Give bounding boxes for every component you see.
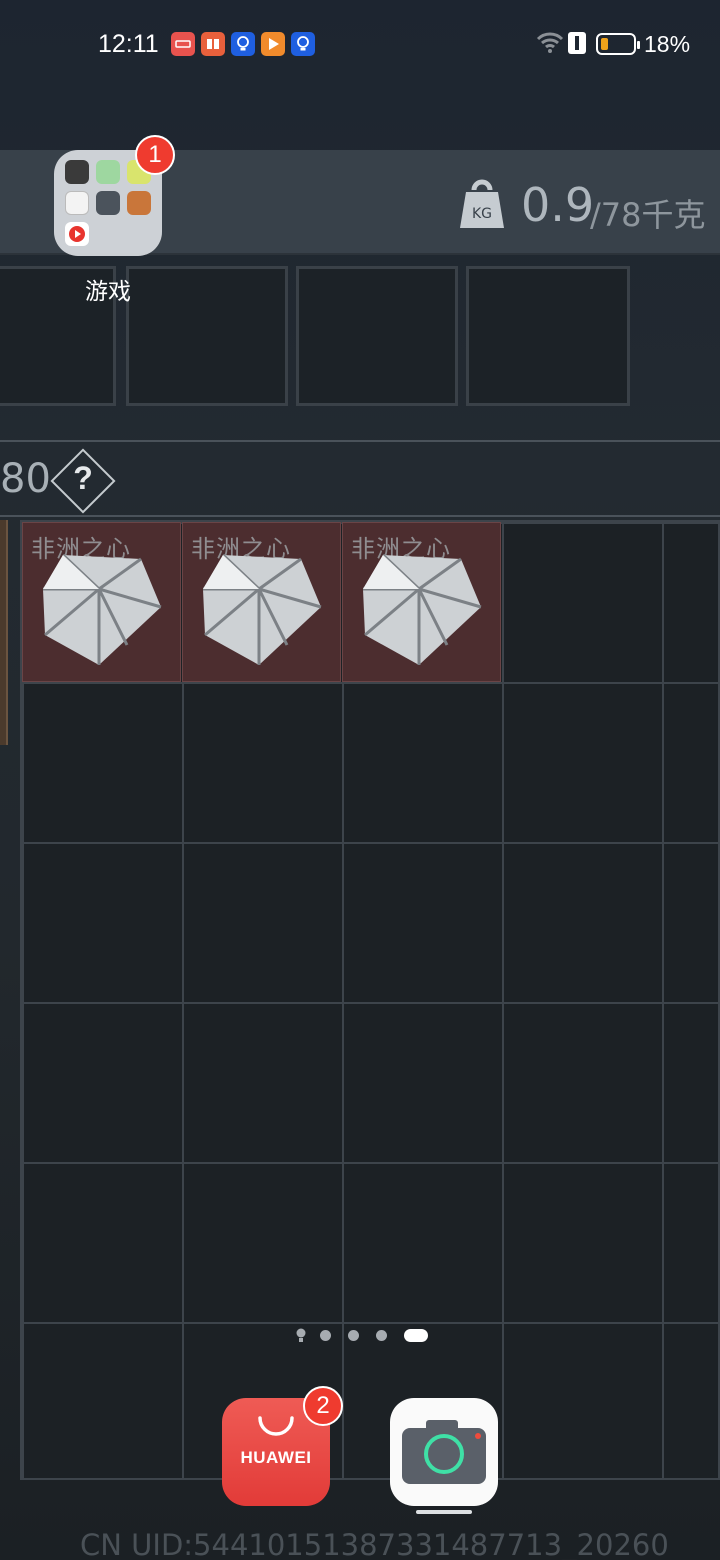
weight-max: /78千克 — [590, 196, 706, 234]
shopping-bag-icon — [258, 1416, 294, 1436]
equipment-slot — [296, 266, 458, 406]
section-divider — [0, 440, 720, 442]
uid-watermark: CN UID:5441015138733148​7713_20260 — [80, 1528, 669, 1560]
section-number: 80 — [0, 456, 51, 502]
novel-reader-icon — [201, 32, 225, 56]
camera-icon — [402, 1420, 486, 1484]
dock-indicator — [416, 1510, 472, 1514]
video-play-icon — [261, 32, 285, 56]
wifi-icon — [536, 32, 564, 53]
page-dot[interactable] — [348, 1330, 359, 1341]
inventory-item: 非洲之心 — [182, 522, 341, 682]
sim-alert-icon — [568, 32, 586, 54]
lightbulb-icon — [291, 32, 315, 56]
huawei-notification-badge: 2 — [303, 1386, 343, 1426]
section-divider — [0, 515, 720, 517]
huawei-appgallery-icon — [171, 32, 195, 56]
inventory-grid: 非洲之心 非洲之心 非洲之心 — [20, 520, 720, 1480]
game-app-icon — [127, 191, 151, 215]
lightbulb-icon — [231, 32, 255, 56]
game-app-icon — [96, 160, 120, 184]
battery-icon — [596, 33, 640, 55]
inventory-item: 非洲之心 — [22, 522, 181, 682]
help-symbol: ? — [73, 460, 93, 496]
battery-percent: 18% — [644, 31, 691, 57]
svg-text:KG: KG — [472, 206, 492, 222]
game-app-icon — [96, 191, 120, 215]
game-app-icon — [65, 191, 89, 215]
equipment-slot — [466, 266, 630, 406]
page-dot-lightbulb-icon[interactable] — [296, 1328, 306, 1344]
camera-app[interactable] — [390, 1398, 498, 1506]
page-dot[interactable] — [320, 1330, 331, 1341]
diamond-gem-icon — [43, 553, 162, 665]
weight-current: 0.9 — [521, 178, 595, 232]
page-dot[interactable] — [376, 1330, 387, 1341]
diamond-gem-icon — [363, 553, 482, 665]
diamond-gem-icon — [203, 553, 322, 665]
huawei-app-label: HUAWEI — [240, 1448, 312, 1467]
game-app-icon — [65, 160, 89, 184]
inventory-item: 非洲之心 — [342, 522, 501, 682]
folder-notification-badge: 1 — [135, 135, 175, 175]
weight-kg-icon: KG — [460, 179, 504, 228]
page-dot-active[interactable] — [404, 1329, 428, 1342]
side-strip — [0, 520, 8, 745]
folder-label: 游戏 — [85, 278, 131, 304]
status-bar: 12:11 18% — [0, 0, 720, 90]
clock: 12:11 — [98, 30, 159, 58]
game-app-icon — [65, 222, 89, 246]
